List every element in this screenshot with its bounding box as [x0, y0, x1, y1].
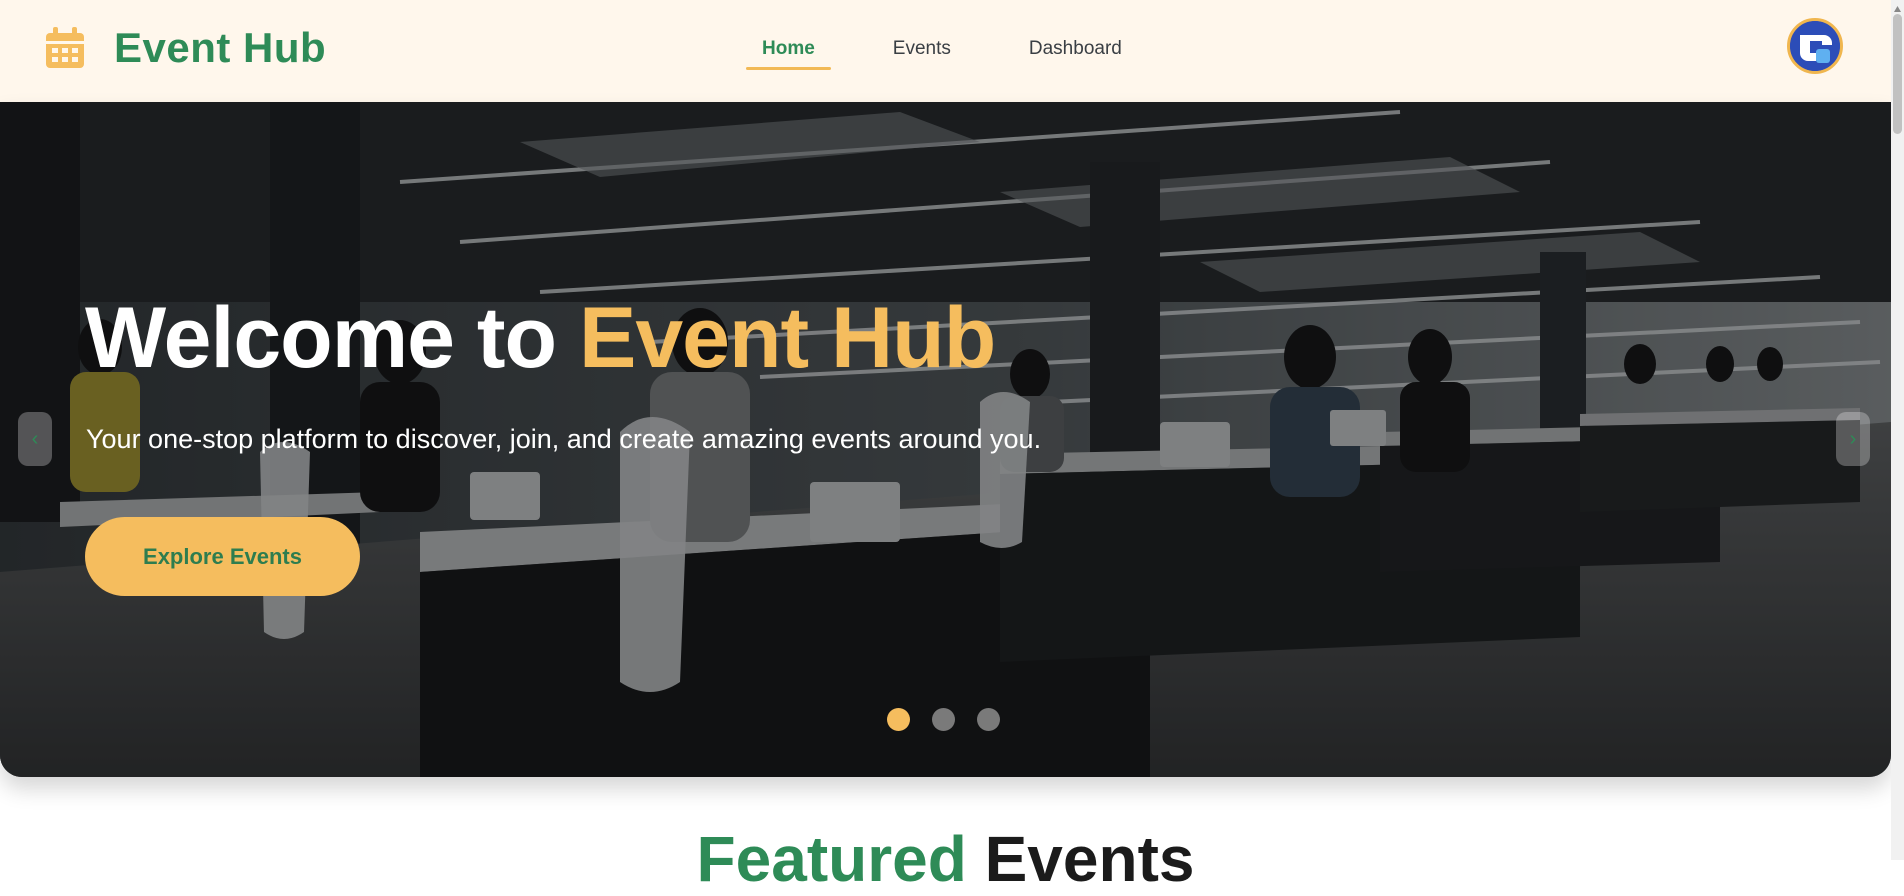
- carousel-indicators: [887, 708, 1022, 731]
- featured-title-accent: Featured: [696, 823, 967, 895]
- calendar-icon: [44, 26, 86, 70]
- top-navbar: Event Hub Home Events Dashboard: [0, 0, 1891, 102]
- featured-events-heading: Featured Events: [0, 822, 1891, 896]
- hero-title-prefix: Welcome to: [85, 290, 579, 386]
- featured-title-rest: Events: [966, 823, 1195, 895]
- page-scrollbar[interactable]: [1891, 0, 1904, 860]
- carousel-dot-3[interactable]: [977, 708, 1000, 731]
- carousel-dot-1[interactable]: [887, 708, 910, 731]
- nav-home[interactable]: Home: [744, 30, 833, 72]
- scroll-up-arrow-icon[interactable]: [1893, 1, 1902, 12]
- scrollbar-thumb[interactable]: [1893, 14, 1902, 134]
- brand[interactable]: Event Hub: [44, 24, 326, 72]
- hero-carousel: Welcome to Event Hub Your one-stop platf…: [0, 102, 1891, 777]
- carousel-prev-button[interactable]: ‹: [18, 412, 52, 466]
- chevron-right-icon: ›: [1849, 427, 1857, 450]
- carousel-next-button[interactable]: ›: [1836, 412, 1870, 466]
- brand-name: Event Hub: [114, 24, 327, 71]
- main-nav: Home Events Dashboard: [744, 30, 1182, 72]
- user-avatar-icon[interactable]: [1787, 18, 1843, 74]
- carousel-dot-2[interactable]: [932, 708, 955, 731]
- hero-subtitle: Your one-stop platform to discover, join…: [86, 424, 1042, 454]
- hero-title-accent: Event Hub: [578, 290, 996, 386]
- chevron-left-icon: ‹: [31, 427, 39, 450]
- nav-dashboard[interactable]: Dashboard: [1011, 30, 1140, 72]
- hero-title: Welcome to Event Hub: [85, 289, 996, 388]
- explore-events-button[interactable]: Explore Events: [85, 517, 360, 596]
- nav-events[interactable]: Events: [875, 30, 969, 72]
